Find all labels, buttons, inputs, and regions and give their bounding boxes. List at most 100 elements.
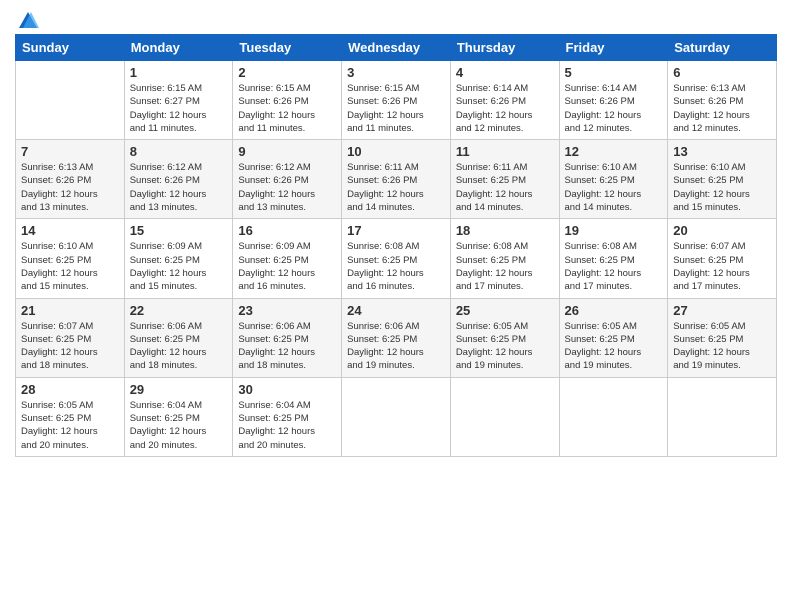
calendar-cell: 20 Sunrise: 6:07 AMSunset: 6:25 PMDayligh… [668,219,777,298]
calendar-cell: 26 Sunrise: 6:05 AMSunset: 6:25 PMDayligh… [559,298,668,377]
calendar-cell: 27 Sunrise: 6:05 AMSunset: 6:25 PMDayligh… [668,298,777,377]
days-header-row: SundayMondayTuesdayWednesdayThursdayFrid… [16,35,777,61]
day-info: Sunrise: 6:09 AMSunset: 6:25 PMDaylight:… [238,240,336,293]
day-info: Sunrise: 6:06 AMSunset: 6:25 PMDaylight:… [130,320,228,373]
day-header-friday: Friday [559,35,668,61]
day-info: Sunrise: 6:14 AMSunset: 6:26 PMDaylight:… [565,82,663,135]
calendar-cell: 12 Sunrise: 6:10 AMSunset: 6:25 PMDayligh… [559,140,668,219]
day-number: 19 [565,223,663,238]
day-number: 20 [673,223,771,238]
calendar-cell [450,377,559,456]
calendar-cell: 15 Sunrise: 6:09 AMSunset: 6:25 PMDayligh… [124,219,233,298]
calendar-cell: 16 Sunrise: 6:09 AMSunset: 6:25 PMDayligh… [233,219,342,298]
calendar-cell: 10 Sunrise: 6:11 AMSunset: 6:26 PMDayligh… [342,140,451,219]
calendar-cell [16,61,125,140]
calendar-cell: 7 Sunrise: 6:13 AMSunset: 6:26 PMDaylight… [16,140,125,219]
page: SundayMondayTuesdayWednesdayThursdayFrid… [0,0,792,612]
day-number: 26 [565,303,663,318]
calendar-week-row: 21Sunrise: 6:07 AMSunset: 6:25 PMDayligh… [16,298,777,377]
day-header-thursday: Thursday [450,35,559,61]
day-info: Sunrise: 6:13 AMSunset: 6:26 PMDaylight:… [21,161,119,214]
day-header-wednesday: Wednesday [342,35,451,61]
calendar-cell: 11 Sunrise: 6:11 AMSunset: 6:25 PMDayligh… [450,140,559,219]
day-number: 17 [347,223,445,238]
calendar-cell: 18 Sunrise: 6:08 AMSunset: 6:25 PMDayligh… [450,219,559,298]
day-number: 29 [130,382,228,397]
logo [15,10,39,28]
calendar-cell: 29 Sunrise: 6:04 AMSunset: 6:25 PMDayligh… [124,377,233,456]
calendar-week-row: 14 Sunrise: 6:10 AMSunset: 6:25 PMDayligh… [16,219,777,298]
day-info: Sunrise: 6:11 AMSunset: 6:26 PMDaylight:… [347,161,445,214]
day-number: 13 [673,144,771,159]
day-info: Sunrise: 6:13 AMSunset: 6:26 PMDaylight:… [673,82,771,135]
day-info: Sunrise: 6:12 AMSunset: 6:26 PMDaylight:… [238,161,336,214]
calendar-week-row: 1Sunrise: 6:15 AMSunset: 6:27 PMDaylight… [16,61,777,140]
calendar-week-row: 7 Sunrise: 6:13 AMSunset: 6:26 PMDaylight… [16,140,777,219]
day-number: 9 [238,144,336,159]
day-info: Sunrise: 6:09 AMSunset: 6:25 PMDaylight:… [130,240,228,293]
day-number: 22 [130,303,228,318]
logo-icon [17,10,39,32]
day-number: 8 [130,144,228,159]
calendar-cell: 2 Sunrise: 6:15 AMSunset: 6:26 PMDaylight… [233,61,342,140]
header-area [15,10,777,28]
day-info: Sunrise: 6:04 AMSunset: 6:25 PMDaylight:… [130,399,228,452]
day-number: 10 [347,144,445,159]
calendar-cell: 4Sunrise: 6:14 AMSunset: 6:26 PMDaylight… [450,61,559,140]
day-number: 25 [456,303,554,318]
day-info: Sunrise: 6:06 AMSunset: 6:25 PMDaylight:… [238,320,336,373]
calendar-cell: 17 Sunrise: 6:08 AMSunset: 6:25 PMDayligh… [342,219,451,298]
day-number: 16 [238,223,336,238]
day-info: Sunrise: 6:05 AMSunset: 6:25 PMDaylight:… [565,320,663,373]
day-number: 3 [347,65,445,80]
day-number: 28 [21,382,119,397]
day-number: 27 [673,303,771,318]
day-number: 23 [238,303,336,318]
calendar-table: SundayMondayTuesdayWednesdayThursdayFrid… [15,34,777,457]
day-info: Sunrise: 6:15 AMSunset: 6:26 PMDaylight:… [238,82,336,135]
calendar-cell: 9 Sunrise: 6:12 AMSunset: 6:26 PMDaylight… [233,140,342,219]
day-info: Sunrise: 6:15 AMSunset: 6:26 PMDaylight:… [347,82,445,135]
calendar-cell: 5 Sunrise: 6:14 AMSunset: 6:26 PMDaylight… [559,61,668,140]
day-info: Sunrise: 6:14 AMSunset: 6:26 PMDaylight:… [456,82,554,135]
day-number: 14 [21,223,119,238]
day-info: Sunrise: 6:10 AMSunset: 6:25 PMDaylight:… [565,161,663,214]
day-info: Sunrise: 6:04 AMSunset: 6:25 PMDaylight:… [238,399,336,452]
day-header-monday: Monday [124,35,233,61]
day-number: 15 [130,223,228,238]
day-number: 11 [456,144,554,159]
day-info: Sunrise: 6:08 AMSunset: 6:25 PMDaylight:… [456,240,554,293]
day-header-saturday: Saturday [668,35,777,61]
day-info: Sunrise: 6:10 AMSunset: 6:25 PMDaylight:… [673,161,771,214]
calendar-cell: 19 Sunrise: 6:08 AMSunset: 6:25 PMDayligh… [559,219,668,298]
day-info: Sunrise: 6:07 AMSunset: 6:25 PMDaylight:… [673,240,771,293]
day-info: Sunrise: 6:12 AMSunset: 6:26 PMDaylight:… [130,161,228,214]
calendar-cell: 21Sunrise: 6:07 AMSunset: 6:25 PMDayligh… [16,298,125,377]
day-number: 12 [565,144,663,159]
day-number: 1 [130,65,228,80]
day-number: 24 [347,303,445,318]
day-info: Sunrise: 6:08 AMSunset: 6:25 PMDaylight:… [565,240,663,293]
day-info: Sunrise: 6:08 AMSunset: 6:25 PMDaylight:… [347,240,445,293]
day-number: 6 [673,65,771,80]
calendar-cell [668,377,777,456]
calendar-cell: 22 Sunrise: 6:06 AMSunset: 6:25 PMDayligh… [124,298,233,377]
day-number: 5 [565,65,663,80]
calendar-cell [342,377,451,456]
calendar-cell: 8 Sunrise: 6:12 AMSunset: 6:26 PMDaylight… [124,140,233,219]
day-number: 30 [238,382,336,397]
day-info: Sunrise: 6:05 AMSunset: 6:25 PMDaylight:… [21,399,119,452]
day-info: Sunrise: 6:11 AMSunset: 6:25 PMDaylight:… [456,161,554,214]
day-header-tuesday: Tuesday [233,35,342,61]
day-info: Sunrise: 6:10 AMSunset: 6:25 PMDaylight:… [21,240,119,293]
calendar-cell: 23 Sunrise: 6:06 AMSunset: 6:25 PMDayligh… [233,298,342,377]
day-number: 7 [21,144,119,159]
calendar-cell: 1Sunrise: 6:15 AMSunset: 6:27 PMDaylight… [124,61,233,140]
day-number: 2 [238,65,336,80]
calendar-cell: 30 Sunrise: 6:04 AMSunset: 6:25 PMDayligh… [233,377,342,456]
day-number: 18 [456,223,554,238]
calendar-cell: 24Sunrise: 6:06 AMSunset: 6:25 PMDayligh… [342,298,451,377]
calendar-cell: 6 Sunrise: 6:13 AMSunset: 6:26 PMDaylight… [668,61,777,140]
day-info: Sunrise: 6:05 AMSunset: 6:25 PMDaylight:… [673,320,771,373]
day-info: Sunrise: 6:07 AMSunset: 6:25 PMDaylight:… [21,320,119,373]
